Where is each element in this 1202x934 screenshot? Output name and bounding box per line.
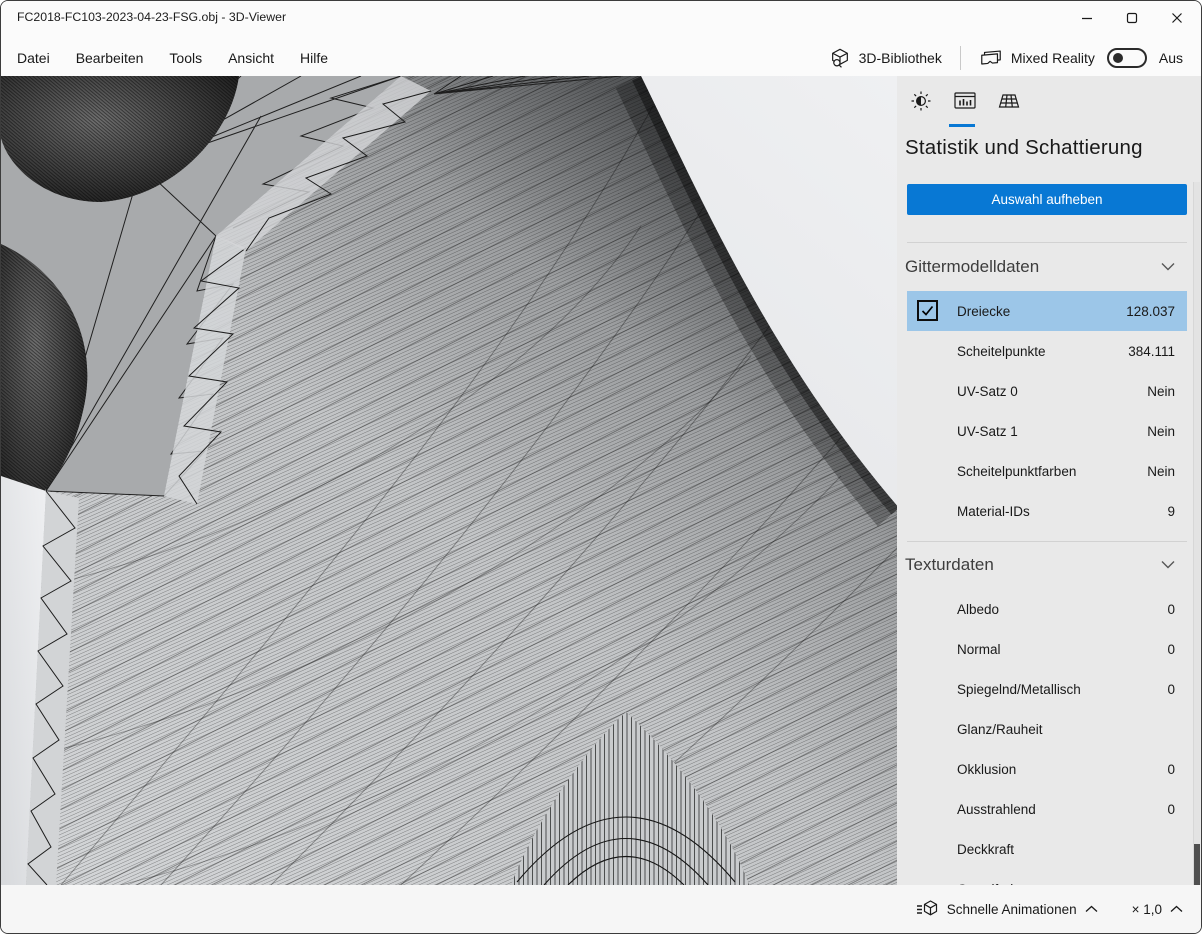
stat-value: Nein (1147, 384, 1175, 399)
stat-label: Normal (957, 642, 1167, 657)
close-button[interactable] (1154, 1, 1199, 35)
app-window: FC2018-FC103-2023-04-23-FSG.obj - 3D-Vie… (0, 0, 1202, 934)
tab-shading[interactable] (909, 89, 933, 113)
stat-value: Nein (1147, 424, 1175, 439)
menu-item-ansicht[interactable]: Ansicht (215, 44, 287, 72)
window-controls (1064, 1, 1199, 35)
stat-row-glanz-rauheit[interactable]: Glanz/Rauheit (907, 709, 1187, 749)
stat-row-dreiecke[interactable]: Dreiecke 128.037 (907, 291, 1187, 331)
panel-title: Statistik und Schattierung (905, 136, 1143, 160)
stat-row-scheitelpunkte[interactable]: Scheitelpunkte 384.111 (907, 331, 1187, 371)
stat-row-albedo[interactable]: Albedo 0 (907, 589, 1187, 629)
section-header-mesh-data[interactable]: Gittermodelldaten (905, 250, 1187, 284)
stat-value: 384.111 (1128, 344, 1175, 359)
stat-row-material-ids[interactable]: Material-IDs 9 (907, 491, 1187, 531)
mixed-reality-group: Mixed Reality Aus (969, 43, 1193, 73)
stat-row-normal[interactable]: Normal 0 (907, 629, 1187, 669)
stat-row-grundfarbe[interactable]: Grundfarbe (907, 869, 1187, 885)
statistics-panel: Statistik und Schattierung Auswahl aufhe… (897, 76, 1201, 885)
stat-label: UV-Satz 0 (957, 384, 1147, 399)
3d-library-label: 3D-Bibliothek (859, 50, 942, 66)
stat-label: Ausstrahlend (957, 802, 1167, 817)
stat-row-scheitelpunktfarben[interactable]: Scheitelpunktfarben Nein (907, 451, 1187, 491)
stat-label: Deckkraft (957, 842, 1175, 857)
speed-value: × 1,0 (1132, 902, 1162, 917)
menu-item-datei[interactable]: Datei (4, 44, 63, 72)
stat-label: UV-Satz 1 (957, 424, 1147, 439)
playback-speed-control[interactable]: × 1,0 (1132, 902, 1183, 917)
stat-label: Dreiecke (957, 304, 1126, 319)
scrollbar-thumb[interactable] (1194, 844, 1200, 885)
stat-row-deckkraft[interactable]: Deckkraft (907, 829, 1187, 869)
stat-value: 9 (1167, 504, 1175, 519)
toggle-knob (1113, 53, 1123, 63)
maximize-button[interactable] (1109, 1, 1154, 35)
window-title: FC2018-FC103-2023-04-23-FSG.obj - 3D-Vie… (17, 10, 286, 24)
stat-label: Scheitelpunkte (957, 344, 1128, 359)
menu-item-hilfe[interactable]: Hilfe (287, 44, 341, 72)
section-title: Texturdaten (905, 555, 994, 575)
stat-value: 0 (1167, 802, 1175, 817)
stat-label: Scheitelpunktfarben (957, 464, 1147, 479)
texture-data-rows: Albedo 0 Normal 0 Spiegelnd/Metallisch 0… (907, 589, 1187, 885)
divider (907, 242, 1187, 243)
menu-item-tools[interactable]: Tools (156, 44, 215, 72)
section-header-texture-data[interactable]: Texturdaten (905, 548, 1187, 582)
menu-item-bearbeiten[interactable]: Bearbeiten (63, 44, 157, 72)
row-checkbox[interactable] (917, 300, 938, 321)
selected-tab-underline (949, 124, 975, 127)
cube-search-icon (829, 47, 851, 69)
stat-row-ausstrahlend[interactable]: Ausstrahlend 0 (907, 789, 1187, 829)
panel-tabs (909, 89, 1021, 113)
titlebar: FC2018-FC103-2023-04-23-FSG.obj - 3D-Vie… (1, 1, 1201, 39)
stat-row-uv-satz-1[interactable]: UV-Satz 1 Nein (907, 411, 1187, 451)
chevron-up-icon (1170, 905, 1183, 913)
animations-control[interactable]: Schnelle Animationen (915, 898, 1098, 920)
stat-label: Albedo (957, 602, 1167, 617)
mr-goggles-icon (979, 47, 1003, 69)
stat-label: Material-IDs (957, 504, 1167, 519)
mixed-reality-label: Mixed Reality (1011, 50, 1095, 66)
statusbar: Schnelle Animationen × 1,0 (1, 885, 1201, 933)
maximize-icon (1126, 12, 1138, 24)
stat-value: Nein (1147, 464, 1175, 479)
tab-wireframe[interactable] (997, 89, 1021, 113)
stat-value: 0 (1167, 602, 1175, 617)
clear-selection-button[interactable]: Auswahl aufheben (907, 184, 1187, 215)
stat-row-spiegelnd-metallisch[interactable]: Spiegelnd/Metallisch 0 (907, 669, 1187, 709)
toolbar-separator (960, 46, 961, 70)
minimize-icon (1081, 12, 1093, 24)
panel-scrollbar[interactable] (1193, 182, 1200, 885)
mixed-reality-state: Aus (1159, 50, 1183, 66)
stat-label: Okklusion (957, 762, 1167, 777)
stat-row-okklusion[interactable]: Okklusion 0 (907, 749, 1187, 789)
divider (907, 541, 1187, 542)
mesh-data-rows: Dreiecke 128.037 Scheitelpunkte 384.111 … (907, 291, 1187, 531)
main-content: Statistik und Schattierung Auswahl aufhe… (1, 76, 1201, 885)
viewport-3d-mesh[interactable] (1, 76, 899, 885)
stat-value: 0 (1167, 762, 1175, 777)
minimize-button[interactable] (1064, 1, 1109, 35)
stat-value: 128.037 (1126, 304, 1175, 319)
chevron-down-icon (1161, 262, 1175, 271)
sun-shading-icon (910, 90, 932, 112)
3d-library-button[interactable]: 3D-Bibliothek (819, 43, 952, 73)
stat-row-uv-satz-0[interactable]: UV-Satz 0 Nein (907, 371, 1187, 411)
stat-value: 0 (1167, 682, 1175, 697)
menubar: Datei Bearbeiten Tools Ansicht Hilfe 3D-… (1, 39, 1201, 76)
mixed-reality-toggle[interactable] (1107, 48, 1147, 68)
bar-chart-stats-icon (953, 90, 977, 112)
close-icon (1171, 12, 1183, 24)
stat-label: Glanz/Rauheit (957, 722, 1175, 737)
chevron-down-icon (1161, 560, 1175, 569)
wireframe-grid-icon (997, 90, 1021, 112)
section-title: Gittermodelldaten (905, 257, 1039, 277)
stat-value: 0 (1167, 642, 1175, 657)
chevron-up-icon (1085, 905, 1098, 913)
animation-cube-icon (915, 898, 939, 920)
tab-statistics[interactable] (953, 89, 977, 113)
animations-label: Schnelle Animationen (947, 902, 1077, 917)
stat-label: Spiegelnd/Metallisch (957, 682, 1167, 697)
